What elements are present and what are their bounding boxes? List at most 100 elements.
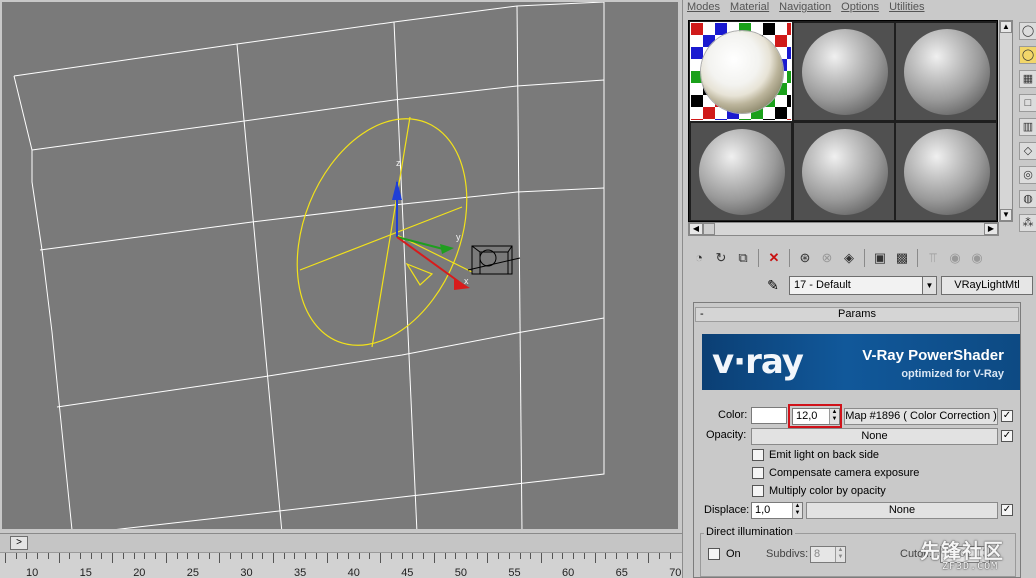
ruler-tick	[573, 553, 575, 559]
color-swatch-icon[interactable]: ▥	[1019, 118, 1036, 136]
track-bar-ruler[interactable]: 10 15 20 25 30 35 40 45 50 55 60 65 70	[0, 552, 682, 578]
show-map-in-viewport-icon[interactable]: ▩	[892, 248, 912, 268]
material-editor-panel: Modes Material Navigation Options Utilit…	[682, 0, 1036, 578]
menu-utilities[interactable]: Utilities	[889, 0, 924, 16]
checker-cell	[691, 35, 703, 47]
ruler-tick	[669, 553, 671, 559]
vray-logo: v·ray	[712, 342, 804, 382]
sample-slot-5[interactable]	[794, 123, 894, 220]
ruler-tick	[26, 553, 28, 559]
assign-material-icon[interactable]: ⧉	[733, 248, 753, 268]
ruler-label: 35	[294, 567, 307, 578]
toolbar-separator	[789, 249, 790, 267]
put-to-library-icon[interactable]: ◈	[839, 248, 859, 268]
material-type-button[interactable]: VRayLightMtl	[941, 276, 1033, 295]
ruler-tick	[144, 553, 146, 559]
options-icon[interactable]: ⁂	[1019, 214, 1036, 232]
scroll-up-arrow-icon[interactable]: ▲	[1000, 21, 1012, 33]
checker-cell	[703, 23, 715, 35]
checker-cell	[787, 47, 791, 59]
ruler-tick	[5, 553, 6, 563]
eraser-icon[interactable]: ◇	[1019, 142, 1036, 160]
sample-slot-1[interactable]	[690, 22, 792, 121]
ruler-tick	[380, 553, 382, 563]
checker-background-icon[interactable]: ▦	[1019, 70, 1036, 88]
make-unique-icon[interactable]: ⊗	[817, 248, 837, 268]
displace-map-checkbox[interactable]: ✓	[1001, 504, 1013, 516]
ruler-tick	[337, 553, 339, 559]
ruler-tick	[176, 553, 178, 559]
material-name-field[interactable]: 17 - Default ▼	[789, 276, 937, 295]
ruler-tick	[262, 553, 264, 559]
compensate-exposure-checkbox[interactable]	[752, 467, 764, 479]
slots-horizontal-scrollbar[interactable]: ◀ ▶	[688, 222, 999, 236]
material-sphere-active	[701, 31, 783, 113]
material-sphere	[802, 29, 888, 115]
checker-cell	[775, 35, 787, 47]
emit-back-side-checkbox[interactable]	[752, 449, 764, 461]
displace-map-button[interactable]: None	[806, 502, 998, 519]
ruler-tick	[15, 553, 17, 559]
multiply-opacity-label: Multiply color by opacity	[769, 485, 886, 497]
sample-slot-6[interactable]	[896, 123, 996, 220]
subdivs-value: 8	[814, 548, 821, 560]
checker-cell	[691, 23, 703, 35]
opacity-map-button[interactable]: None	[751, 428, 998, 445]
get-material-icon[interactable]: ◔	[689, 248, 709, 268]
ruler-tick	[305, 553, 307, 559]
go-forward-to-sibling-icon[interactable]: ◉	[967, 248, 987, 268]
menu-modes[interactable]: Modes	[687, 0, 720, 16]
reset-map-icon[interactable]: ✕	[764, 248, 784, 268]
sample-slot-2[interactable]	[794, 23, 894, 120]
backlight-icon[interactable]: ◯	[1019, 46, 1036, 64]
ruler-tick	[423, 553, 425, 559]
time-slider-button[interactable]: >	[10, 536, 28, 550]
vray-light-gizmo[interactable]	[265, 93, 498, 370]
params-rollout-header[interactable]: - Params	[695, 307, 1019, 322]
scroll-thumb[interactable]	[703, 223, 715, 235]
timeline[interactable]: > 10 15 20 25 30 35 40 45 50 55 60 65 70	[0, 533, 682, 578]
subdivs-spinner[interactable]: 8 ▲ ▼	[810, 546, 846, 563]
sample-slot-3[interactable]	[896, 23, 996, 120]
material-effects-channel-icon[interactable]: ▣	[870, 248, 890, 268]
spinner-arrows-icon[interactable]: ▲ ▼	[792, 503, 802, 518]
sample-slot-4[interactable]	[691, 123, 791, 220]
target-object[interactable]	[467, 245, 521, 275]
spinner-arrows-icon[interactable]: ▲ ▼	[835, 547, 845, 562]
make-copy-icon[interactable]: ⊛	[795, 248, 815, 268]
color-swatch[interactable]	[751, 407, 787, 424]
sphere-icon[interactable]: ◯	[1019, 22, 1036, 40]
scroll-right-arrow-icon[interactable]: ▶	[984, 223, 998, 235]
color-map-button[interactable]: Map #1896 ( Color Correction )	[844, 408, 998, 425]
ruler-tick	[208, 553, 210, 559]
transform-gizmo[interactable]: z y x	[392, 158, 470, 290]
checker-cell	[691, 95, 703, 107]
checker-cell	[727, 119, 739, 120]
box-icon[interactable]: □	[1019, 94, 1036, 112]
ruler-label: 60	[562, 567, 575, 578]
put-to-scene-icon[interactable]: ↻	[711, 248, 731, 268]
ruler-tick	[315, 553, 317, 559]
eyedropper-icon[interactable]: ✎	[763, 275, 783, 295]
opacity-map-checkbox[interactable]: ✓	[1001, 430, 1013, 442]
ruler-tick	[412, 553, 414, 559]
color-map-checkbox[interactable]: ✓	[1001, 410, 1013, 422]
ruler-label: 40	[347, 567, 360, 578]
menu-options[interactable]: Options	[841, 0, 879, 16]
go-to-parent-icon[interactable]: ◉	[945, 248, 965, 268]
menu-material[interactable]: Material	[730, 0, 769, 16]
scroll-left-arrow-icon[interactable]: ◀	[689, 223, 703, 235]
menu-navigation[interactable]: Navigation	[779, 0, 831, 16]
chevron-down-icon[interactable]: ▼	[922, 277, 936, 294]
ruler-tick	[401, 553, 403, 559]
slots-vertical-scrollbar[interactable]: ▲ ▼	[999, 20, 1013, 222]
grid-view-icon[interactable]: ◍	[1019, 190, 1036, 208]
pick-object-icon[interactable]: ◎	[1019, 166, 1036, 184]
perspective-viewport[interactable]: z y x	[0, 0, 680, 531]
multiply-opacity-checkbox[interactable]	[752, 485, 764, 497]
axis-label-x: x	[464, 276, 469, 286]
scroll-down-arrow-icon[interactable]: ▼	[1000, 209, 1012, 221]
direct-illumination-on-checkbox[interactable]	[708, 548, 720, 560]
show-end-result-icon[interactable]: ⫪	[923, 248, 943, 268]
displace-spinner[interactable]: 1,0 ▲ ▼	[751, 502, 803, 519]
